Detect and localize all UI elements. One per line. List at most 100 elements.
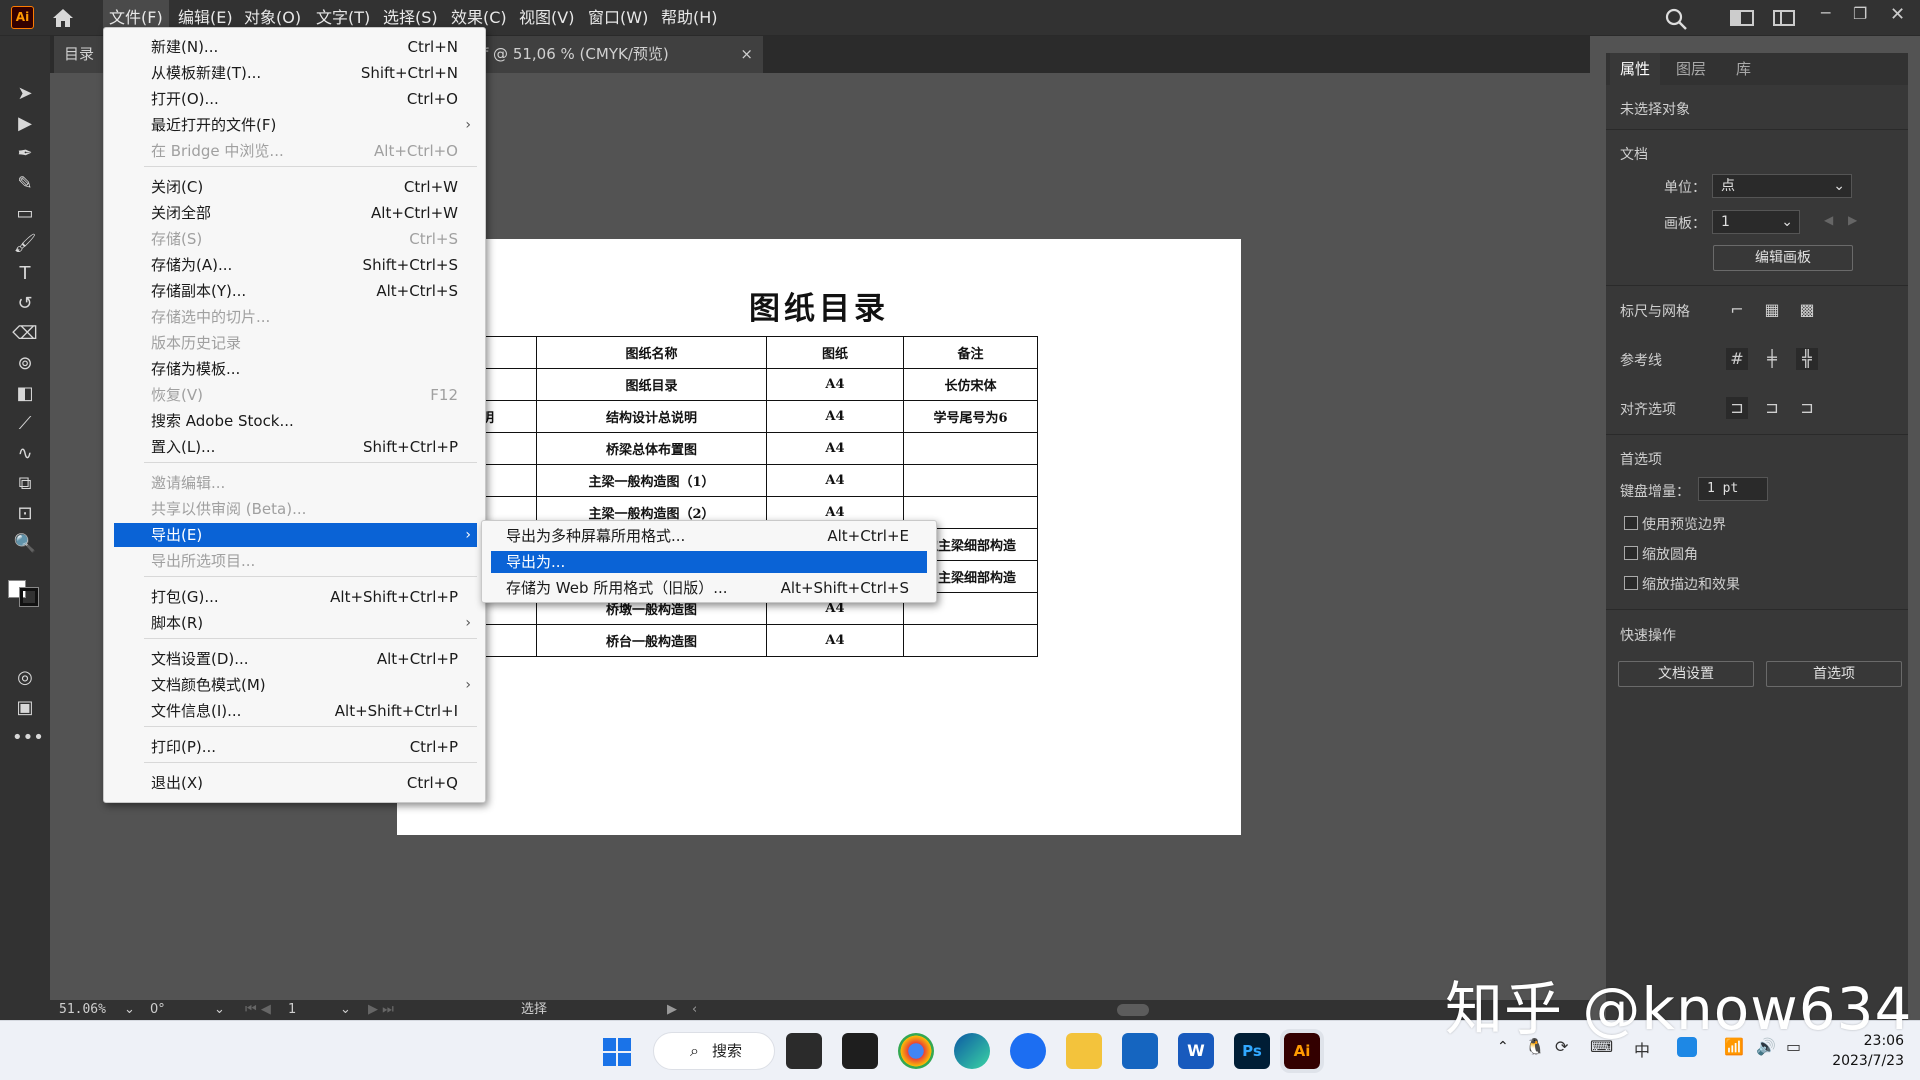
rotation-dropdown-icon[interactable]: ⌄ xyxy=(214,1000,225,1020)
terminal-icon[interactable] xyxy=(842,1033,878,1069)
rectangle-tool-icon[interactable]: ▭ xyxy=(12,202,38,226)
zoom-level[interactable]: 51.06% xyxy=(59,1000,106,1020)
file-menu-item[interactable]: 存储为模板... xyxy=(114,357,477,381)
align-to-pixel-icon[interactable]: ⊐ xyxy=(1726,397,1748,419)
edge-icon[interactable] xyxy=(954,1033,990,1069)
file-menu-item[interactable]: 脚本(R) › xyxy=(114,611,477,635)
gradient-tool-icon[interactable]: ◧ xyxy=(12,382,38,406)
task-view-icon[interactable] xyxy=(786,1033,822,1069)
paintbrush-tool-icon[interactable]: 🖌 xyxy=(12,232,38,256)
more-tools-icon[interactable]: ••• xyxy=(12,726,44,750)
curvature-tool-icon[interactable]: ✎ xyxy=(12,172,38,196)
windows-start-icon[interactable] xyxy=(603,1038,631,1066)
draw-mode-icon[interactable]: ◎ xyxy=(12,666,38,690)
file-menu-item[interactable]: 存储为(A)... Shift+Ctrl+S xyxy=(114,253,477,277)
scale-corners-checkbox[interactable] xyxy=(1624,546,1638,560)
file-menu-item[interactable]: 最近打开的文件(F) › xyxy=(114,113,477,137)
export-for-screens-item[interactable]: 导出为多种屏幕所用格式... Alt+Ctrl+E xyxy=(491,525,927,547)
menu-view[interactable]: 视图(V) xyxy=(513,0,580,36)
file-menu-item[interactable]: 关闭(C) Ctrl+W xyxy=(114,175,477,199)
status-arrow-icon[interactable]: ▶ xyxy=(667,1000,677,1020)
export-as-item[interactable]: 导出为... xyxy=(491,551,927,573)
pen-tool-icon[interactable]: ✒ xyxy=(12,142,38,166)
next-artboard-icon[interactable]: ▶ xyxy=(1848,213,1857,227)
screen-mode-icon[interactable]: ▣ xyxy=(12,696,38,720)
photoshop-icon[interactable]: Ps xyxy=(1234,1033,1270,1069)
taskbar-search[interactable]: ⌕ 搜索 xyxy=(653,1032,775,1070)
grid-icon[interactable]: ▦ xyxy=(1761,299,1783,321)
fill-stroke-swatch[interactable] xyxy=(8,572,39,607)
type-tool-icon[interactable]: T xyxy=(12,262,38,286)
file-menu-item[interactable]: 搜索 Adobe Stock... xyxy=(114,409,477,433)
word-icon[interactable]: W xyxy=(1178,1033,1214,1069)
keyboard-increment-input[interactable]: 1 pt xyxy=(1698,477,1768,501)
tab-layers[interactable]: 图层 xyxy=(1666,53,1716,85)
horizontal-scrollbar-thumb[interactable] xyxy=(1117,1004,1149,1016)
eraser-tool-icon[interactable]: ⌫ xyxy=(12,322,38,346)
first-artboard-icon[interactable]: ⏮ ◀ xyxy=(245,1000,271,1020)
prev-artboard-icon[interactable]: ◀ xyxy=(1824,213,1833,227)
scale-strokes-checkbox[interactable] xyxy=(1624,576,1638,590)
workspace-icon[interactable] xyxy=(1773,9,1795,27)
rotation-value[interactable]: 0° xyxy=(150,1000,165,1020)
edit-artboard-button[interactable]: 编辑画板 xyxy=(1713,245,1853,271)
zoom-tool-icon[interactable]: 🔍 xyxy=(12,532,38,556)
blend-tool-icon[interactable]: ∿ xyxy=(12,442,38,466)
preferences-button[interactable]: 首选项 xyxy=(1766,661,1902,687)
file-menu-item[interactable]: 打包(G)... Alt+Shift+Ctrl+P xyxy=(114,585,477,609)
selection-tool-icon[interactable]: ➤ xyxy=(12,82,38,106)
close-window-icon[interactable]: ✕ xyxy=(1890,4,1905,25)
file-menu-item[interactable]: 新建(N)... Ctrl+N xyxy=(114,35,477,59)
unit-select[interactable]: 点 ⌄ xyxy=(1712,174,1852,198)
pixel-grid-icon[interactable]: ╬ xyxy=(1796,348,1818,370)
scroll-left-icon[interactable]: ‹ xyxy=(692,1000,697,1020)
chrome-icon[interactable] xyxy=(898,1033,934,1069)
rotate-tool-icon[interactable]: ↺ xyxy=(12,292,38,316)
direct-selection-tool-icon[interactable]: ▶ xyxy=(12,112,38,136)
file-explorer-icon[interactable] xyxy=(1066,1033,1102,1069)
last-artboard-icon[interactable]: ▶ ⏭ xyxy=(368,1000,394,1020)
lasso-tool-icon[interactable]: ⊚ xyxy=(12,352,38,376)
rulers-icon[interactable]: ⌐ xyxy=(1726,299,1748,321)
file-menu-item[interactable]: 文档设置(D)... Alt+Ctrl+P xyxy=(114,647,477,671)
smart-guides-icon[interactable]: ╪ xyxy=(1761,348,1783,370)
app-icon[interactable] xyxy=(1010,1033,1046,1069)
artboard-dropdown-icon[interactable]: ⌄ xyxy=(340,1000,351,1020)
illustrator-icon[interactable]: Ai xyxy=(1280,1029,1324,1073)
artboard-tool-icon[interactable]: ⊡ xyxy=(12,502,38,526)
file-menu-item[interactable]: 打印(P)... Ctrl+P xyxy=(114,735,477,759)
restore-icon[interactable]: ❐ xyxy=(1853,4,1867,23)
save-for-web-item[interactable]: 存储为 Web 所用格式（旧版）... Alt+Shift+Ctrl+S xyxy=(491,577,927,599)
menu-help[interactable]: 帮助(H) xyxy=(655,0,724,36)
store-icon[interactable] xyxy=(1122,1033,1158,1069)
artboard-select[interactable]: 1 ⌄ xyxy=(1712,210,1800,234)
file-menu-item[interactable]: 关闭全部 Alt+Ctrl+W xyxy=(114,201,477,225)
tab-properties[interactable]: 属性 xyxy=(1610,53,1661,85)
tab-libraries[interactable]: 库 xyxy=(1726,53,1761,85)
file-menu-item[interactable]: 文档颜色模式(M) › xyxy=(114,673,477,697)
menu-window[interactable]: 窗口(W) xyxy=(582,0,654,36)
shape-builder-tool-icon[interactable]: ⧉ xyxy=(12,472,38,496)
transparency-grid-icon[interactable]: ▩ xyxy=(1796,299,1818,321)
zoom-dropdown-icon[interactable]: ⌄ xyxy=(124,1000,135,1020)
file-menu-item[interactable]: 退出(X) Ctrl+Q xyxy=(114,771,477,795)
file-menu-item[interactable]: 从模板新建(T)... Shift+Ctrl+N xyxy=(114,61,477,85)
home-icon[interactable] xyxy=(50,6,76,30)
preview-bounds-checkbox[interactable] xyxy=(1624,516,1638,530)
tab-close-icon[interactable]: × xyxy=(740,36,753,73)
search-icon[interactable] xyxy=(1664,7,1688,31)
align-glyph-icon[interactable]: ⊐ xyxy=(1796,397,1818,419)
artboard-number[interactable]: 1 xyxy=(288,1000,296,1020)
eyedropper-tool-icon[interactable]: ⟋ xyxy=(12,412,38,436)
guides-icon[interactable]: # xyxy=(1726,348,1748,370)
align-art-icon[interactable]: ⊐ xyxy=(1761,397,1783,419)
minimize-icon[interactable]: ‒ xyxy=(1820,2,1831,23)
tab-doc-active[interactable]: f @ 51,06 % (CMYK/预览) × xyxy=(473,36,763,73)
file-menu-item[interactable]: 导出(E) › xyxy=(114,523,477,547)
file-menu-item[interactable]: 文件信息(I)... Alt+Shift+Ctrl+I xyxy=(114,699,477,723)
document-setup-button[interactable]: 文档设置 xyxy=(1618,661,1754,687)
file-menu-item[interactable]: 置入(L)... Shift+Ctrl+P xyxy=(114,435,477,459)
arrange-documents-icon[interactable] xyxy=(1730,9,1754,27)
file-menu-item[interactable]: 打开(O)... Ctrl+O xyxy=(114,87,477,111)
tab-doc-1[interactable]: 目录_ xyxy=(54,36,104,100)
